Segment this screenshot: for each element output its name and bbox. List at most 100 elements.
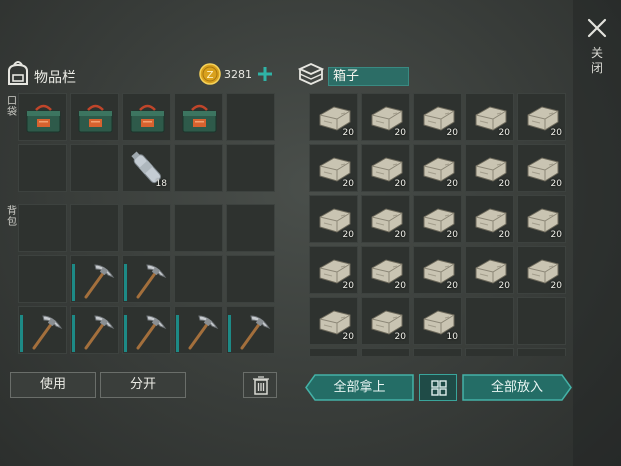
coin-icon: Z [199,63,221,85]
inventory-slot[interactable] [361,348,410,356]
inventory-slot[interactable] [70,255,119,303]
backpack-grid [18,204,275,354]
durability-bar [72,315,75,352]
put-all-label: 全部放入 [490,380,543,395]
inventory-slot[interactable] [174,144,223,192]
inventory-slot[interactable] [122,306,171,354]
inventory-slot[interactable]: 20 [413,195,462,243]
item-quantity: 20 [550,230,562,240]
inventory-slot[interactable] [174,204,223,252]
item-quantity: 20 [446,179,458,189]
inventory-slot[interactable]: 20 [517,246,566,294]
inventory-slot[interactable]: 20 [465,195,514,243]
inventory-slot[interactable]: 20 [361,297,410,345]
durability-bar [72,264,75,301]
box-icon [298,63,324,85]
item-quantity: 20 [342,332,354,342]
inventory-slot[interactable]: 20 [309,297,358,345]
inventory-slot[interactable] [517,348,566,356]
pickaxe-icon [84,264,115,299]
split-button[interactable]: 分开 [100,372,186,398]
inventory-slot[interactable] [174,93,223,141]
item-quantity: 20 [394,281,406,291]
box-scroll-area[interactable]: 20 20 20 20 20 20 20 20 20 20 20 20 20 2… [309,93,568,356]
inventory-slot[interactable]: 20 [465,93,514,141]
inventory-slot[interactable] [18,93,67,141]
inventory-slot[interactable] [226,144,275,192]
trash-button[interactable] [243,372,277,398]
item-quantity: 20 [446,128,458,138]
item-quantity: 20 [342,230,354,240]
take-all-button[interactable]: 全部拿上 [305,374,414,401]
sort-button[interactable] [419,374,457,401]
coin-amount: 3281 [224,68,252,81]
item-quantity: 20 [446,281,458,291]
inventory-slot[interactable]: 20 [465,144,514,192]
item-quantity: 20 [550,281,562,291]
take-all-label: 全部拿上 [333,380,386,395]
inventory-slot[interactable]: 20 [309,195,358,243]
add-coins-button[interactable] [256,64,274,84]
inventory-slot[interactable]: 10 [413,297,462,345]
box-title: 箱子 [328,67,409,86]
inventory-slot[interactable]: 20 [309,246,358,294]
item-quantity: 18 [155,179,167,189]
inventory-slot[interactable] [122,93,171,141]
inventory-slot[interactable]: 20 [465,246,514,294]
inventory-slot[interactable]: 20 [413,246,462,294]
inventory-slot[interactable] [70,93,119,141]
inventory-slot[interactable]: 20 [361,144,410,192]
inventory-slot[interactable] [18,255,67,303]
inventory-slot[interactable] [226,204,275,252]
inventory-slot[interactable] [70,144,119,192]
pickaxe-icon [136,264,167,299]
inventory-slot[interactable] [18,144,67,192]
inventory-slot[interactable] [122,204,171,252]
inventory-slot[interactable] [465,297,514,345]
inventory-slot[interactable] [309,348,358,356]
item-quantity: 20 [342,128,354,138]
inventory-slot[interactable] [70,306,119,354]
inventory-slot[interactable]: 20 [361,195,410,243]
inventory-slot[interactable]: 20 [517,93,566,141]
inventory-slot[interactable]: 20 [361,93,410,141]
inventory-slot[interactable] [18,204,67,252]
durability-bar [228,315,231,352]
inventory-slot[interactable]: 20 [361,246,410,294]
inventory-slot[interactable] [226,306,275,354]
pickaxe-icon [136,315,167,350]
inventory-slot[interactable]: 20 [309,93,358,141]
item-quantity: 20 [342,179,354,189]
inventory-slot[interactable]: 20 [309,144,358,192]
inventory-slot[interactable] [226,255,275,303]
item-quantity: 20 [394,179,406,189]
inventory-slot[interactable] [174,255,223,303]
inventory-slot[interactable]: 20 [517,144,566,192]
item-quantity: 20 [498,128,510,138]
inventory-slot[interactable]: 20 [413,93,462,141]
item-quantity: 20 [394,230,406,240]
item-quantity: 10 [446,332,458,342]
inventory-slot[interactable] [70,204,119,252]
inventory-slot[interactable] [517,297,566,345]
military-crate-icon [26,104,61,133]
close-icon[interactable] [586,17,608,39]
close-label[interactable]: 关闭 [588,46,606,76]
put-all-button[interactable]: 全部放入 [462,374,572,401]
military-crate-icon [182,104,217,133]
military-crate-icon [78,104,113,133]
inventory-slot[interactable] [226,93,275,141]
inventory-slot[interactable]: 18 [122,144,171,192]
pickaxe-icon [32,315,63,350]
inventory-slot[interactable]: 20 [413,144,462,192]
inventory-slot[interactable] [174,306,223,354]
box-grid: 20 20 20 20 20 20 20 20 20 20 20 20 20 2… [309,93,566,356]
inventory-slot[interactable] [122,255,171,303]
pickaxe-icon [240,315,271,350]
inventory-slot[interactable] [465,348,514,356]
pickaxe-icon [188,315,219,350]
inventory-slot[interactable] [413,348,462,356]
use-button[interactable]: 使用 [10,372,96,398]
inventory-slot[interactable] [18,306,67,354]
inventory-slot[interactable]: 20 [517,195,566,243]
